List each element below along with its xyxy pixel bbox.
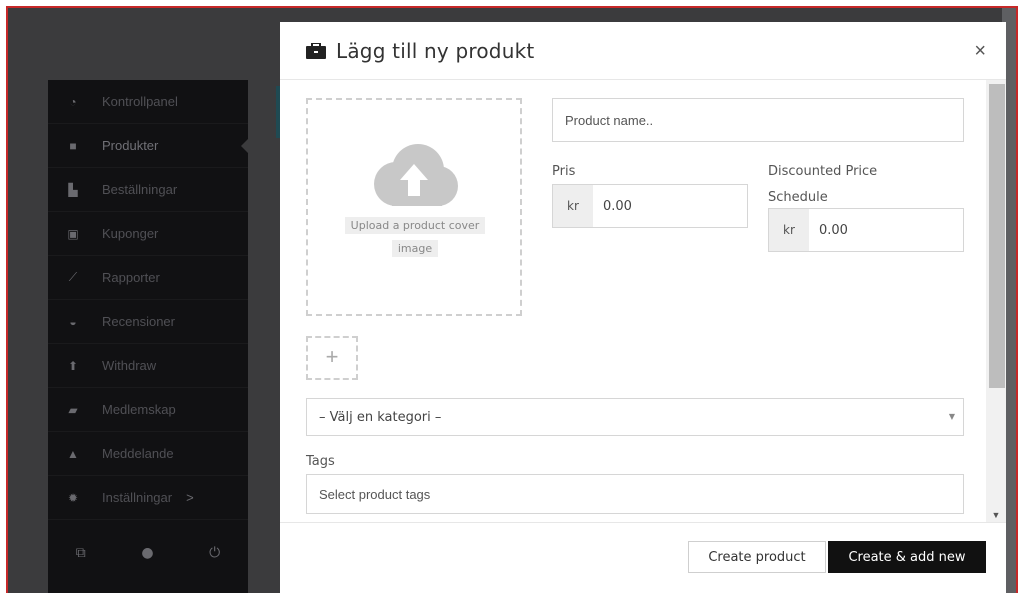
sidebar-item-label: Beställningar xyxy=(102,182,178,197)
sidebar-item-label: Inställningar xyxy=(102,490,173,505)
comments-icon: ◒ xyxy=(69,314,77,329)
modal-title: Lägg till ny produkt xyxy=(336,38,535,63)
sidebar-item-bestallningar[interactable]: ▙ Beställningar xyxy=(48,168,248,212)
sidebar-footer: ⧉ ● ⏻ xyxy=(48,533,248,573)
modal-scrollbar[interactable]: ▼ xyxy=(986,80,1006,522)
price-input[interactable]: 0.00 xyxy=(593,185,747,227)
sidebar-item-withdraw[interactable]: ⬆ Withdraw xyxy=(48,344,248,388)
discount-input-group: kr 0.00 xyxy=(768,208,964,252)
sidebar-item-recensioner[interactable]: ◒ Recensioner xyxy=(48,300,248,344)
sidebar-item-installningar[interactable]: ✹ Inställningar > xyxy=(48,476,248,520)
scroll-down-arrow-icon[interactable]: ▼ xyxy=(989,510,1003,520)
sidebar-item-label: Meddelande xyxy=(102,446,174,461)
external-link-icon[interactable]: ⧉ xyxy=(76,545,86,561)
schedule-link[interactable]: Schedule xyxy=(768,190,828,205)
book-icon: ▰ xyxy=(68,402,78,417)
gear-icon: ✹ xyxy=(67,490,79,505)
modal-body: Upload a product cover image + Product n… xyxy=(280,80,1006,522)
briefcase-icon: ■ xyxy=(69,138,77,153)
upload-hint: Upload a product cover image xyxy=(334,214,496,260)
sidebar-item-label: Withdraw xyxy=(102,358,157,373)
create-product-button[interactable]: Create product xyxy=(688,541,826,573)
sidebar-item-label: Medlemskap xyxy=(102,402,176,417)
upload-hint-line2: image xyxy=(391,240,439,257)
price-currency-addon: kr xyxy=(553,185,593,227)
scroll-thumb[interactable] xyxy=(989,84,1005,388)
gift-icon: ▣ xyxy=(67,226,79,241)
sidebar-item-label: Kontrollpanel xyxy=(102,94,178,109)
sidebar-item-meddelande[interactable]: ▲ Meddelande xyxy=(48,432,248,476)
category-select[interactable]: – Välj en kategori – ▼ xyxy=(306,398,964,436)
create-and-add-new-button[interactable]: Create & add new xyxy=(828,541,986,573)
sidebar-item-label: Kuponger xyxy=(102,226,159,241)
tags-input[interactable]: Select product tags xyxy=(306,474,964,514)
add-product-modal: Lägg till ny produkt × Upload a product … xyxy=(280,22,1006,593)
chart-icon: ⟋ xyxy=(68,270,78,284)
sidebar: ◔ Kontrollpanel ■ Produkter ▙ Beställnin… xyxy=(48,80,249,593)
dashboard-icon: ◔ xyxy=(69,94,77,109)
discount-currency-addon: kr xyxy=(769,209,809,251)
add-gallery-image-button[interactable]: + xyxy=(306,336,358,380)
sidebar-item-medlemskap[interactable]: ▰ Medlemskap xyxy=(48,388,248,432)
close-button[interactable]: × xyxy=(974,40,986,63)
caret-down-icon: ▼ xyxy=(948,412,955,421)
price-input-group: kr 0.00 xyxy=(552,184,748,228)
user-icon[interactable]: ● xyxy=(141,545,153,561)
bell-icon: ▲ xyxy=(67,446,79,461)
sidebar-item-kuponger[interactable]: ▣ Kuponger xyxy=(48,212,248,256)
cart-icon: ▙ xyxy=(68,182,78,197)
discount-label: Discounted Price xyxy=(768,164,878,179)
sidebar-item-label: Produkter xyxy=(102,138,159,153)
sidebar-item-produkter[interactable]: ■ Produkter xyxy=(48,124,249,168)
sidebar-item-label: Rapporter xyxy=(102,270,160,285)
cover-image-dropzone[interactable]: Upload a product cover image xyxy=(306,98,522,316)
cloud-upload-icon xyxy=(374,144,458,206)
sidebar-item-kontrollpanel[interactable]: ◔ Kontrollpanel xyxy=(48,80,248,124)
sidebar-item-rapporter[interactable]: ⟋ Rapporter xyxy=(48,256,248,300)
modal-footer: Create product Create & add new xyxy=(280,522,1006,593)
upload-hint-line1: Upload a product cover xyxy=(344,217,486,234)
upload-icon: ⬆ xyxy=(67,358,79,373)
power-icon[interactable]: ⏻ xyxy=(209,545,220,561)
discount-price-input[interactable]: 0.00 xyxy=(809,209,963,251)
chevron-right-icon: > xyxy=(186,490,194,505)
modal-header: Lägg till ny produkt × xyxy=(280,22,1006,80)
category-select-value: – Välj en kategori – xyxy=(319,409,442,425)
sidebar-item-label: Recensioner xyxy=(102,314,175,329)
product-name-input[interactable]: Product name.. xyxy=(552,98,964,142)
price-label: Pris xyxy=(552,164,576,179)
briefcase-icon xyxy=(306,42,326,59)
tags-label: Tags xyxy=(306,454,335,469)
